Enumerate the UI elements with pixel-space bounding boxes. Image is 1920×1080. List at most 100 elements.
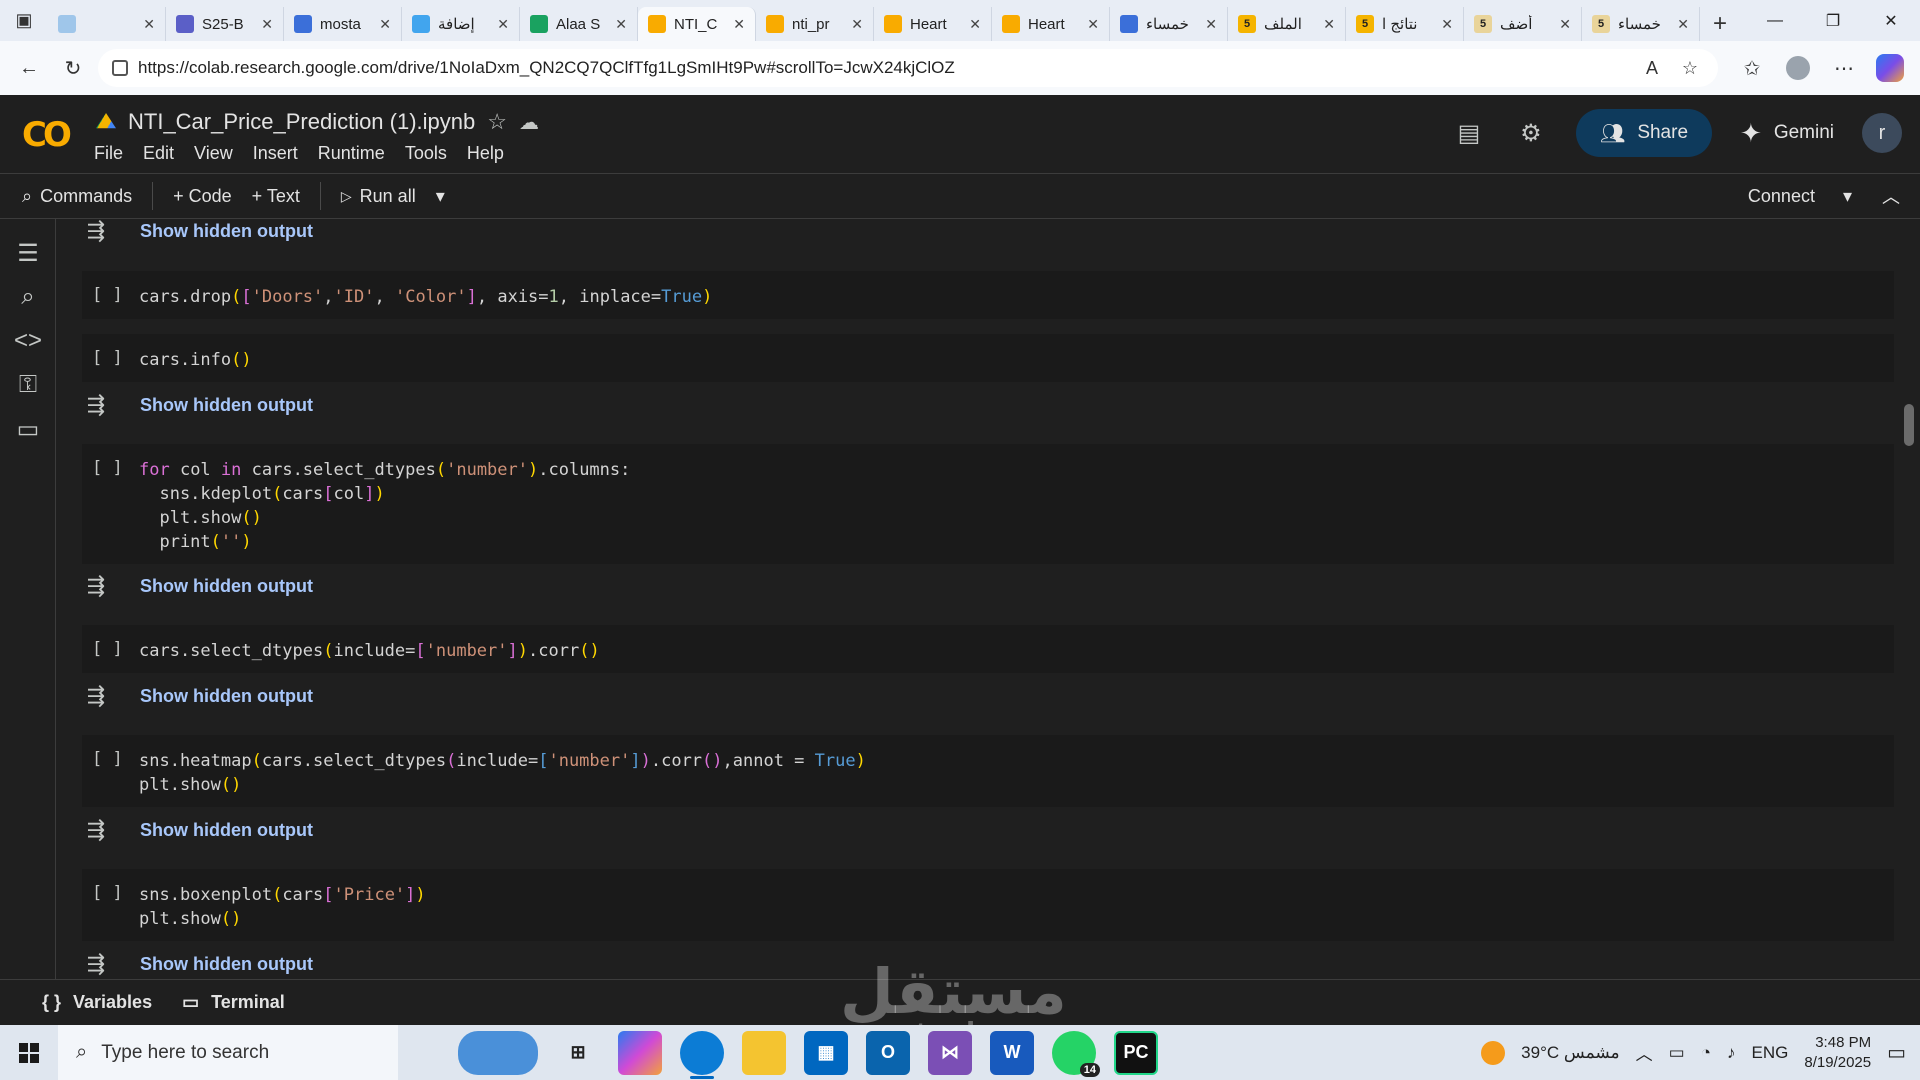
url-field[interactable]: https://colab.research.google.com/drive/… [98,49,1718,87]
copilot-app-icon[interactable] [618,1030,662,1075]
show-hidden-output-link[interactable]: Show hidden output [140,820,313,841]
cell-code[interactable]: sns.heatmap(cars.select_dtypes(include=[… [139,749,866,797]
more-options-icon[interactable]: ⋯ [1824,49,1864,87]
refresh-icon[interactable]: ↻ [54,49,92,87]
run-cell-button[interactable]: [ ] [92,639,123,659]
tab-close-icon[interactable]: ✕ [379,16,391,33]
notebook-title[interactable]: NTI_Car_Price_Prediction (1).ipynb [128,109,475,135]
microsoft-store-icon[interactable]: ▦ [804,1030,848,1075]
language-indicator[interactable]: ENG [1752,1043,1789,1063]
tab-close-icon[interactable]: ✕ [733,16,745,33]
outlook-icon[interactable]: O [866,1030,910,1075]
cell-code[interactable]: sns.boxenplot(cars['Price']) plt.show() [139,883,426,931]
output-toggle-icon[interactable]: ⇶ [82,219,110,244]
taskbar-search[interactable]: ⌕ Type here to search [58,1025,398,1080]
browser-tab[interactable]: Heart ✕ [874,7,992,41]
new-tab-button[interactable]: + [1700,7,1740,41]
menu-tools[interactable]: Tools [405,143,447,164]
code-cell[interactable]: [ ] cars.select_dtypes(include=['number'… [82,625,1894,673]
browser-tab[interactable]: NTI_C ✕ [638,7,756,41]
copilot-icon[interactable] [1870,49,1910,87]
output-toggle-icon[interactable]: ⇶ [82,392,110,418]
run-cell-button[interactable]: [ ] [92,458,123,478]
menu-view[interactable]: View [194,143,233,164]
hidden-output-row[interactable]: ⇶ Show hidden output [82,946,313,979]
hidden-output-row[interactable]: ⇶ Show hidden output [82,387,313,423]
collapse-header-icon[interactable]: ︿ [1882,183,1900,209]
code-cell[interactable]: [ ] for col in cars.select_dtypes('numbe… [82,444,1894,564]
run-all-button[interactable]: ▷ Run all [331,186,426,207]
hidden-output-row[interactable]: ⇶ Show hidden output [82,812,313,848]
hidden-output-row[interactable]: ⇶ Show hidden output [82,219,313,249]
browser-tab[interactable]: Alaa S ✕ [520,7,638,41]
run-cell-button[interactable]: [ ] [92,285,123,305]
tab-close-icon[interactable]: ✕ [615,16,627,33]
variables-button[interactable]: { } Variables [42,992,152,1013]
show-hidden-icons-icon[interactable]: ︿ [1636,1040,1653,1065]
commands-button[interactable]: ⌕ Commands [0,186,142,207]
battery-icon[interactable]: ▭ [1669,1043,1685,1063]
edge-browser-icon[interactable] [680,1030,724,1079]
connect-button[interactable]: Connect ▾ [1738,186,1862,207]
weather-text[interactable]: 39°C مشمس [1521,1043,1620,1063]
widget-image-icon[interactable] [458,1030,538,1075]
menu-help[interactable]: Help [467,143,504,164]
menu-insert[interactable]: Insert [253,143,298,164]
comments-icon[interactable]: ▤ [1452,119,1486,148]
pycharm-icon[interactable]: PC [1114,1030,1158,1075]
read-aloud-icon[interactable]: A [1638,58,1666,79]
whatsapp-icon[interactable]: 14 [1052,1030,1100,1077]
weather-sun-icon[interactable] [1481,1040,1506,1065]
terminal-button[interactable]: ▭ Terminal [182,992,285,1013]
output-toggle-icon[interactable]: ⇶ [82,683,110,709]
close-window-icon[interactable]: ✕ [1862,0,1920,41]
tab-close-icon[interactable]: ✕ [1323,16,1335,33]
volume-icon[interactable]: ♪ [1727,1043,1736,1063]
code-snippets-icon[interactable]: <> [14,327,42,355]
table-of-contents-icon[interactable]: ☰ [14,239,42,267]
restore-icon[interactable]: ❐ [1804,0,1862,41]
browser-tab[interactable]: 5 الملف ✕ [1228,7,1346,41]
tab-close-icon[interactable]: ✕ [1441,16,1453,33]
browser-tab[interactable]: S25-B ✕ [166,7,284,41]
browser-tab[interactable]: mosta ✕ [284,7,402,41]
show-hidden-output-link[interactable]: Show hidden output [140,221,313,242]
show-hidden-output-link[interactable]: Show hidden output [140,395,313,416]
run-cell-button[interactable]: [ ] [92,749,123,769]
menu-file[interactable]: File [94,143,123,164]
settings-gear-icon[interactable]: ⚙ [1514,119,1548,148]
code-cell[interactable]: [ ] cars.info() [82,334,1894,382]
tab-close-icon[interactable]: ✕ [969,16,981,33]
tab-actions-icon[interactable]: ▣ [0,0,48,41]
cell-code[interactable]: for col in cars.select_dtypes('number').… [139,458,630,554]
output-toggle-icon[interactable]: ⇶ [82,573,110,599]
show-hidden-output-link[interactable]: Show hidden output [140,954,313,975]
tab-close-icon[interactable]: ✕ [143,16,155,33]
browser-tab[interactable]: 5 خمساء ✕ [1582,7,1700,41]
add-code-button[interactable]: + Code [163,186,242,207]
browser-tab[interactable]: 5 نتائج ا ✕ [1346,7,1464,41]
favorites-icon[interactable]: ✩ [1732,49,1772,87]
browser-tab[interactable]: nti_pr ✕ [756,7,874,41]
minimize-icon[interactable]: — [1746,0,1804,41]
menu-edit[interactable]: Edit [143,143,174,164]
find-replace-icon[interactable]: ⌕ [14,283,42,311]
show-hidden-output-link[interactable]: Show hidden output [140,686,313,707]
colab-logo[interactable]: CO [22,115,72,155]
tab-close-icon[interactable]: ✕ [1559,16,1571,33]
cell-code[interactable]: cars.select_dtypes(include=['number']).c… [139,639,600,663]
user-avatar[interactable]: r [1862,113,1902,153]
browser-tab[interactable]: Heart ✕ [992,7,1110,41]
share-button[interactable]: 👥︎ Share [1575,109,1713,157]
tab-close-icon[interactable]: ✕ [497,16,509,33]
favorite-star-icon[interactable]: ☆ [1676,58,1704,79]
secrets-key-icon[interactable]: ⚿ [14,371,42,399]
code-cell[interactable]: [ ] cars.drop(['Doors','ID', 'Color'], a… [82,271,1894,319]
run-cell-button[interactable]: [ ] [92,883,123,903]
notifications-icon[interactable]: ▭ [1887,1040,1906,1065]
browser-tab[interactable]: ✕ [48,7,166,41]
files-folder-icon[interactable]: ▭ [14,415,42,443]
code-cell[interactable]: [ ] sns.boxenplot(cars['Price']) plt.show… [82,869,1894,941]
start-button[interactable] [0,1025,58,1080]
browser-tab[interactable]: إضافة ✕ [402,7,520,41]
